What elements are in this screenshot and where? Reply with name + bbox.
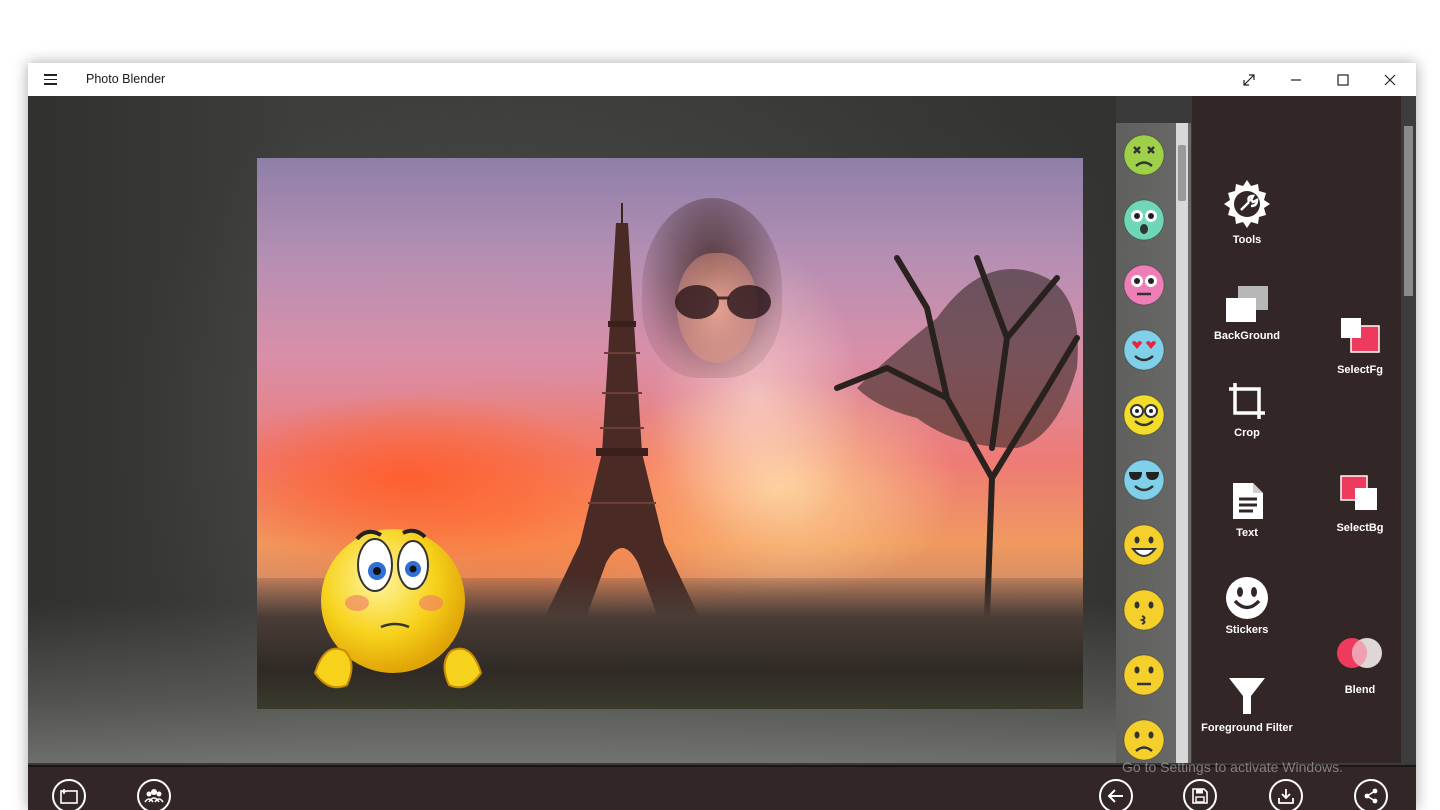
emoji-sticker-strip <box>1116 123 1191 763</box>
nerd-glasses-face-icon[interactable] <box>1122 393 1166 437</box>
open-image-icon[interactable] <box>52 779 86 810</box>
tools-button[interactable]: Tools <box>1192 176 1302 246</box>
worried-face-icon[interactable] <box>1122 718 1166 762</box>
crop-label: Crop <box>1234 427 1260 439</box>
heart-eyes-face-icon[interactable] <box>1122 328 1166 372</box>
panel-scrollbar[interactable] <box>1401 96 1416 763</box>
worried-emoji-sticker[interactable] <box>305 523 485 693</box>
tools-label: Tools <box>1232 234 1262 246</box>
foreground-filter-label: Foreground Filter <box>1201 722 1293 734</box>
hamburger-icon[interactable] <box>44 74 57 85</box>
close-icon[interactable] <box>1367 63 1413 96</box>
sick-face-icon[interactable] <box>1122 133 1166 177</box>
select-bg-icon <box>1340 475 1377 510</box>
tree-silhouette <box>834 255 1080 618</box>
expand-icon[interactable] <box>1226 63 1272 96</box>
sunglasses-face-icon[interactable] <box>1122 458 1166 502</box>
shocked-face-icon[interactable] <box>1122 198 1166 242</box>
back-arrow-icon[interactable] <box>1099 779 1133 810</box>
app-title: Photo Blender <box>86 72 166 86</box>
pink-scared-face-icon[interactable] <box>1122 263 1166 307</box>
thinking-face-icon[interactable] <box>1122 653 1166 697</box>
title-bar: Photo Blender <box>28 63 1416 96</box>
text-button[interactable]: Text <box>1192 481 1302 539</box>
select-bg-button[interactable]: SelectBg <box>1304 474 1416 534</box>
stickers-button[interactable]: Stickers <box>1192 576 1302 636</box>
canvas-area <box>28 96 1116 763</box>
tools-panel: Tools BackGround SelectFg Crop Text Sele… <box>1192 96 1401 763</box>
crop-button[interactable]: Crop <box>1192 381 1302 439</box>
download-icon[interactable] <box>1269 779 1303 810</box>
background-button[interactable]: BackGround <box>1192 284 1302 342</box>
blended-photo[interactable] <box>257 158 1083 709</box>
crop-icon <box>1229 383 1265 419</box>
minimize-icon[interactable] <box>1273 63 1319 96</box>
blend-button[interactable]: Blend <box>1304 636 1416 696</box>
document-icon <box>1233 483 1263 519</box>
gear-icon <box>1224 180 1270 228</box>
activation-watermark: Go to Settings to activate Windows. <box>1122 759 1343 775</box>
people-group-icon[interactable] <box>137 779 171 810</box>
grinning-face-icon[interactable] <box>1122 523 1166 567</box>
blend-circles-icon <box>1337 638 1382 668</box>
eiffel-tower-shape <box>542 203 702 623</box>
select-bg-label: SelectBg <box>1336 522 1384 534</box>
text-label: Text <box>1236 527 1258 539</box>
smiley-icon <box>1226 577 1268 619</box>
select-fg-label: SelectFg <box>1337 364 1383 376</box>
blend-label: Blend <box>1344 684 1376 696</box>
stickers-label: Stickers <box>1225 624 1269 636</box>
emoji-scrollbar[interactable] <box>1176 123 1188 763</box>
foreground-filter-button[interactable]: Foreground Filter <box>1192 676 1302 734</box>
kiss-face-icon[interactable] <box>1122 588 1166 632</box>
background-label: BackGround <box>1213 330 1280 342</box>
app-window: Photo Blender Tools BackGround SelectFg … <box>28 63 1416 810</box>
save-icon[interactable] <box>1183 779 1217 810</box>
select-fg-icon <box>1341 318 1380 353</box>
share-icon[interactable] <box>1354 779 1388 810</box>
maximize-icon[interactable] <box>1320 63 1366 96</box>
filter-funnel-icon <box>1229 678 1265 714</box>
layers-icon <box>1226 286 1268 322</box>
select-fg-button[interactable]: SelectFg <box>1304 316 1416 376</box>
